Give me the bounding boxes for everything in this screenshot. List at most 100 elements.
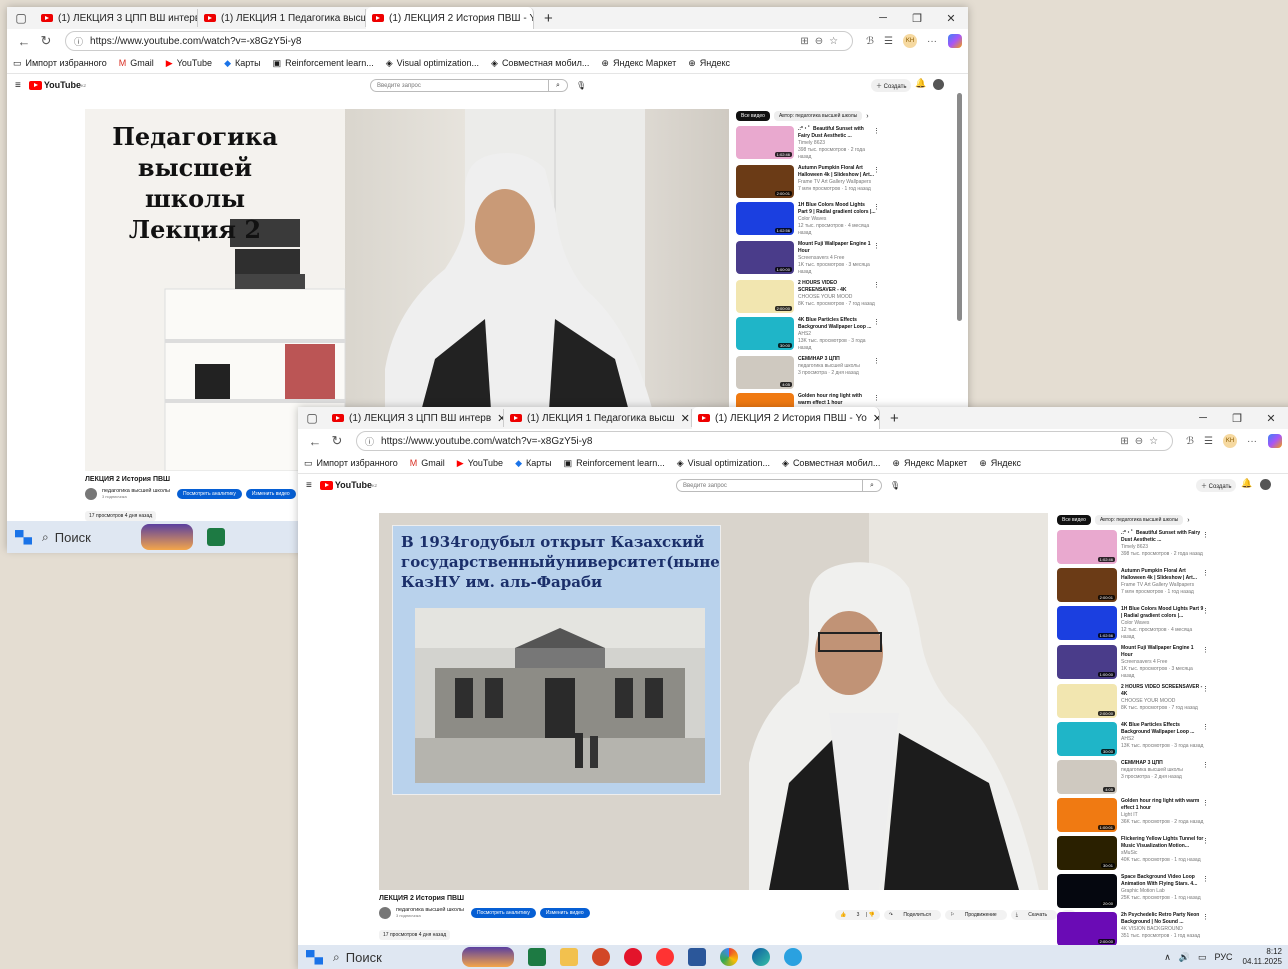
- close-tab-icon[interactable]: ✕: [681, 412, 690, 425]
- rec-video-item[interactable]: 2:00:00 2h Psychedelic Retro Party Neon B…: [1057, 912, 1209, 946]
- rec-video-item[interactable]: 1:00:00 Mount Fuji Wallpaper Engine 1 Hou…: [736, 241, 880, 276]
- close-tab-icon[interactable]: ✕: [497, 412, 503, 425]
- youtube-logo[interactable]: YouTube KZ: [319, 480, 377, 490]
- rec-title[interactable]: Space Background Video Loop Animation Wi…: [1121, 874, 1205, 888]
- bookmark-mobile[interactable]: ◈ Совместная мобил...: [782, 458, 880, 469]
- account-avatar[interactable]: [1260, 479, 1271, 490]
- bookmark-youtube[interactable]: ▶ YouTube: [457, 458, 503, 469]
- address-actions-icons[interactable]: ⊞⊖☆: [1120, 436, 1164, 447]
- like-button[interactable]: 👍 3 | 👎: [835, 910, 880, 920]
- powerpoint-icon[interactable]: [591, 948, 610, 966]
- back-icon[interactable]: ←: [13, 34, 35, 49]
- volume-icon[interactable]: 🔊: [1179, 952, 1190, 963]
- rec-video-item[interactable]: 1:02:46 .:*・゜Beautiful Sunset with Fairy …: [1057, 530, 1209, 564]
- restore-button[interactable]: ❐: [1220, 412, 1254, 425]
- rec-channel[interactable]: Screensavers 4 Free: [1121, 659, 1205, 666]
- rec-thumbnail[interactable]: 2:00:01: [736, 165, 794, 198]
- rec-title[interactable]: Golden hour ring light with warm effect …: [1121, 798, 1205, 812]
- back-icon[interactable]: ←: [304, 434, 326, 449]
- rec-video-item[interactable]: 1:02:46 .:*・゜Beautiful Sunset with Fairy …: [736, 126, 880, 161]
- menu-icon[interactable]: ≡: [15, 80, 21, 91]
- minimize-button[interactable]: ─: [1186, 412, 1220, 424]
- rec-thumbnail[interactable]: 30:00: [736, 317, 794, 350]
- rec-thumbnail[interactable]: 1:02:46: [1057, 530, 1117, 564]
- rec-thumbnail[interactable]: 2:00:00: [1057, 912, 1117, 946]
- rec-title[interactable]: .:*・゜Beautiful Sunset with Fairy Dust Ae…: [798, 126, 876, 140]
- copilot-icon[interactable]: [1268, 434, 1282, 448]
- rec-title[interactable]: 1H Blue Colors Mood Lights Part 9 | Radi…: [1121, 606, 1205, 620]
- rec-channel[interactable]: Graphic Motion Lab: [1121, 888, 1205, 895]
- kebab-menu-icon[interactable]: ⋮: [1202, 762, 1209, 769]
- rec-channel[interactable]: sMuSic: [1121, 850, 1205, 857]
- word-icon[interactable]: [687, 948, 706, 966]
- battery-icon[interactable]: ▭: [1198, 952, 1207, 963]
- kebab-menu-icon[interactable]: ⋮: [1202, 914, 1209, 921]
- excel-icon[interactable]: [527, 948, 546, 966]
- rec-title[interactable]: 2 HOURS VIDEO SCREENSAVER - 4K: [798, 280, 876, 294]
- bookmark-gmail[interactable]: M Gmail: [119, 58, 154, 68]
- search-icon[interactable]: ⌕: [863, 479, 882, 492]
- taskbar-search[interactable]: ⌕ Поиск: [333, 950, 382, 965]
- edit-video-button[interactable]: Изменить видео: [245, 489, 296, 499]
- rec-title[interactable]: 1H Blue Colors Mood Lights Part 9 | Radi…: [798, 202, 876, 216]
- rec-title[interactable]: Flickering Yellow Lights Tunnel for Musi…: [1121, 836, 1205, 850]
- kebab-menu-icon[interactable]: ⋮: [873, 128, 880, 135]
- extensions-icon[interactable]: ℬ: [1186, 436, 1194, 447]
- promote-button[interactable]: ⚐ Продвижение: [944, 910, 1007, 920]
- rec-channel[interactable]: AHS2: [798, 331, 876, 338]
- tab-lecture-2[interactable]: (1) ЛЕКЦИЯ 2 История ПВШ - Yo✕: [366, 7, 534, 29]
- kebab-menu-icon[interactable]: ⋮: [1202, 570, 1209, 577]
- rec-channel[interactable]: Color Waves: [798, 216, 876, 223]
- rec-thumbnail[interactable]: 1:00:00: [1057, 645, 1117, 679]
- analytics-button[interactable]: Посмотреть аналитику: [177, 489, 242, 499]
- copilot-icon[interactable]: [948, 34, 962, 48]
- page-scrollbar[interactable]: [957, 93, 962, 321]
- rec-video-item[interactable]: 1:00:01 Golden hour ring light with warm …: [1057, 798, 1209, 832]
- create-button[interactable]: ＋ Создать: [871, 79, 912, 92]
- favorites-icon[interactable]: ☰: [884, 36, 893, 47]
- rec-thumbnail[interactable]: 1:02:46: [736, 126, 794, 159]
- kebab-menu-icon[interactable]: ⋮: [1202, 608, 1209, 615]
- channel-avatar[interactable]: [379, 907, 391, 919]
- chevron-right-icon[interactable]: ›: [866, 113, 868, 120]
- tab-actions-icon[interactable]: ▢: [7, 11, 35, 25]
- tab-actions-icon[interactable]: ▢: [298, 411, 326, 425]
- rec-title[interactable]: 2 HOURS VIDEO SCREENSAVER - 4K: [1121, 684, 1205, 698]
- bookmark-import[interactable]: ▭ Импорт избранного: [13, 58, 107, 69]
- extensions-icon[interactable]: ℬ: [866, 36, 874, 47]
- close-window-button[interactable]: ✕: [934, 12, 968, 25]
- kebab-menu-icon[interactable]: ⋮: [873, 204, 880, 211]
- kebab-menu-icon[interactable]: ⋮: [1202, 876, 1209, 883]
- edge-icon[interactable]: [751, 948, 770, 966]
- rec-thumbnail[interactable]: 4:05: [736, 356, 794, 389]
- rec-thumbnail[interactable]: 2:00:00: [1057, 684, 1117, 718]
- rec-thumbnail[interactable]: 20:00: [1057, 874, 1117, 908]
- widgets-icon[interactable]: [140, 524, 193, 550]
- start-icon[interactable]: ▀▄: [306, 950, 323, 964]
- start-icon[interactable]: ▀▄: [15, 530, 32, 544]
- rec-channel[interactable]: CHOOSE YOUR MOOD: [798, 294, 876, 301]
- address-field[interactable]: ⓘ https://www.youtube.com/watch?v=-x8GzY5…: [356, 431, 1174, 451]
- telegram-icon[interactable]: [783, 948, 802, 966]
- file-explorer-icon[interactable]: [559, 948, 578, 966]
- new-tab-button[interactable]: +: [534, 10, 563, 27]
- chip-author[interactable]: Автор: педагогика высшей школы: [773, 111, 863, 121]
- rec-title[interactable]: Mount Fuji Wallpaper Engine 1 Hour: [1121, 645, 1205, 659]
- refresh-icon[interactable]: ↻: [35, 33, 57, 49]
- clock[interactable]: 8:12 04.11.2025: [1243, 947, 1282, 967]
- rec-title[interactable]: 4K Blue Particles Effects Background Wal…: [1121, 722, 1205, 736]
- rec-channel[interactable]: CHOOSE YOUR MOOD: [1121, 698, 1205, 705]
- rec-video-item[interactable]: 1:02:56 1H Blue Colors Mood Lights Part 9…: [736, 202, 880, 237]
- kebab-menu-icon[interactable]: ⋮: [873, 167, 880, 174]
- rec-channel[interactable]: Color Waves: [1121, 620, 1205, 627]
- rec-title[interactable]: Autumn Pumpkin Floral Art Halloween 4k |…: [1121, 568, 1205, 582]
- rec-title[interactable]: 2h Psychedelic Retro Party Neon Backgrou…: [1121, 912, 1205, 926]
- restore-button[interactable]: ❐: [900, 12, 934, 25]
- rec-video-item[interactable]: 1:02:56 1H Blue Colors Mood Lights Part 9…: [1057, 606, 1209, 641]
- bookmark-yandex-market[interactable]: ⊕ Яндекс Маркет: [601, 58, 676, 69]
- chevron-right-icon[interactable]: ›: [1187, 517, 1189, 524]
- notifications-icon[interactable]: 🔔: [915, 78, 926, 89]
- kebab-menu-icon[interactable]: ⋮: [1202, 724, 1209, 731]
- close-tab-icon[interactable]: ✕: [873, 412, 879, 425]
- search-input[interactable]: Введите запрос: [370, 79, 549, 92]
